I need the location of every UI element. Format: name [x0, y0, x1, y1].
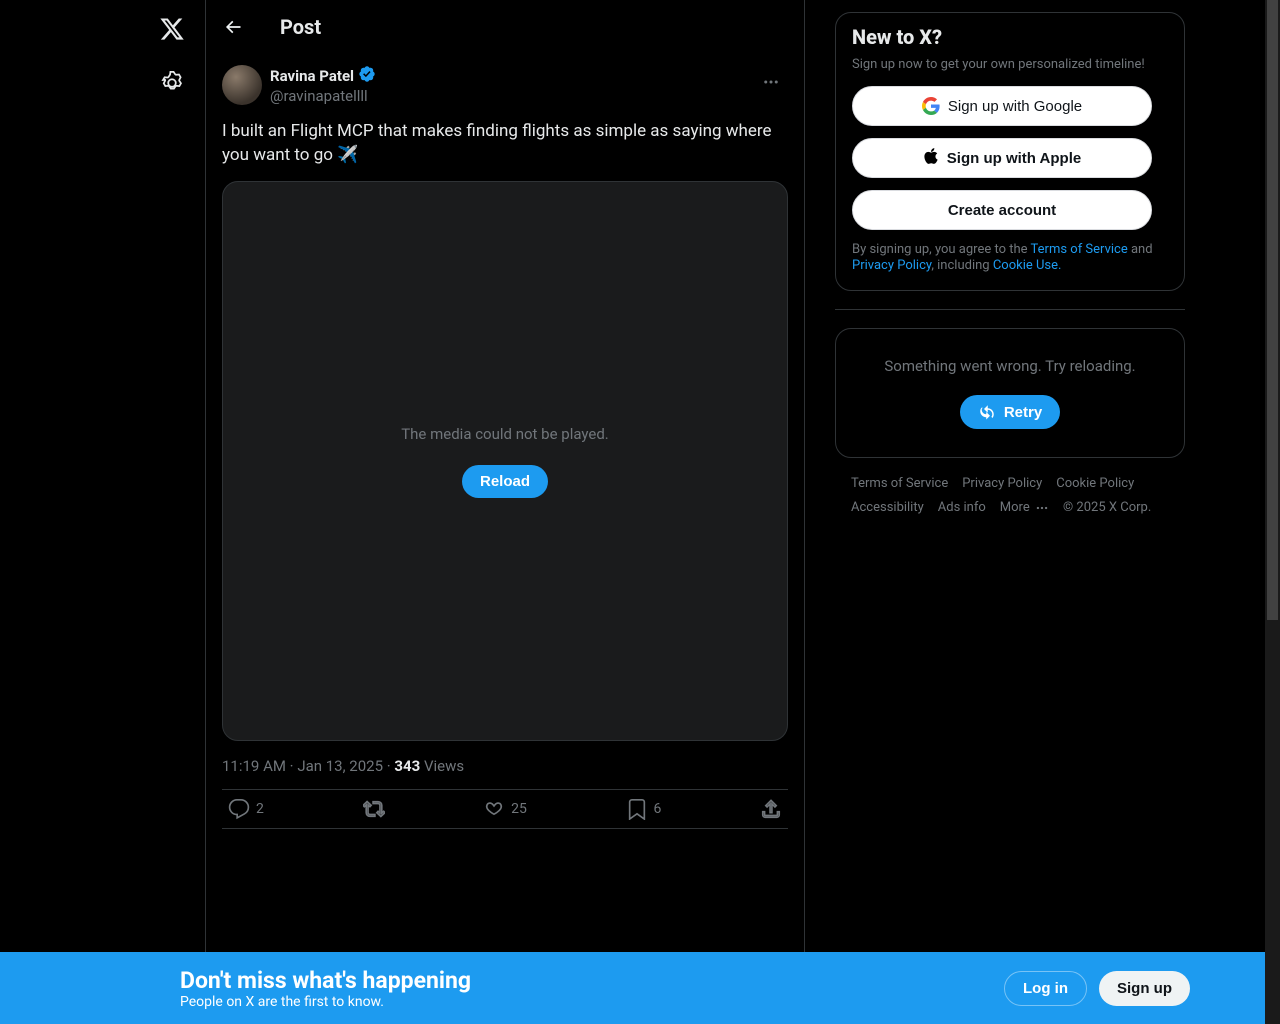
privacy-link[interactable]: Privacy Policy [852, 258, 931, 273]
post-text: I built an Flight MCP that makes finding… [222, 119, 788, 167]
settings-button[interactable] [147, 60, 197, 110]
reply-button[interactable]: 2 [228, 798, 264, 820]
action-bar: 2 25 6 [222, 790, 788, 829]
ellipsis-icon [1035, 501, 1049, 515]
apple-icon [923, 147, 939, 169]
footer-ads[interactable]: Ads info [938, 498, 986, 518]
footer-links: Terms of Service Privacy Policy Cookie P… [835, 474, 1185, 518]
post-views-label: Views [424, 757, 464, 775]
x-logo[interactable] [147, 6, 197, 56]
banner-subtitle: People on X are the first to know. [180, 994, 471, 1010]
repost-button[interactable] [363, 798, 385, 820]
reply-count: 2 [256, 801, 264, 817]
media-error-text: The media could not be played. [401, 425, 609, 443]
bookmark-count: 6 [654, 801, 662, 817]
x-logo-icon [159, 16, 185, 46]
media-reload-button[interactable]: Reload [462, 465, 548, 498]
banner-signup-button[interactable]: Sign up [1099, 971, 1190, 1006]
bookmark-icon [626, 798, 648, 820]
google-icon [922, 97, 940, 115]
signup-subtitle: Sign up now to get your own personalized… [852, 57, 1168, 72]
author-name[interactable]: Ravina Patel [270, 67, 354, 85]
like-count: 25 [511, 801, 527, 817]
main-column: Post Ravina Patel @ravinapatellll [205, 0, 805, 1024]
arrow-left-icon [223, 17, 243, 37]
refresh-icon [978, 403, 996, 421]
repost-icon [363, 798, 385, 820]
page-header: Post [206, 0, 804, 53]
footer-accessibility[interactable]: Accessibility [851, 498, 924, 518]
divider [835, 309, 1185, 310]
signup-tos-text: By signing up, you agree to the Terms of… [852, 242, 1168, 274]
verified-badge-icon [358, 65, 376, 87]
avatar[interactable] [222, 65, 262, 105]
post-meta: 11:19 AM · Jan 13, 2025 · 343 Views [222, 757, 788, 790]
post-more-button[interactable] [754, 65, 788, 99]
right-sidebar: New to X? Sign up now to get your own pe… [805, 0, 1185, 1024]
retry-button[interactable]: Retry [960, 395, 1060, 429]
heart-icon [483, 798, 505, 820]
author-handle[interactable]: @ravinapatellll [270, 87, 376, 105]
banner-title: Don't miss what's happening [180, 967, 471, 994]
post-views-count[interactable]: 343 [394, 757, 420, 775]
like-button[interactable]: 25 [483, 798, 527, 820]
back-button[interactable] [216, 10, 250, 44]
post: Ravina Patel @ravinapatellll I built an … [206, 53, 804, 833]
footer-more[interactable]: More [1000, 498, 1049, 518]
signup-card: New to X? Sign up now to get your own pe… [835, 12, 1185, 291]
footer-copyright: © 2025 X Corp. [1063, 498, 1151, 518]
tos-link[interactable]: Terms of Service [1031, 242, 1128, 257]
footer-tos[interactable]: Terms of Service [851, 474, 948, 494]
ellipsis-icon [762, 73, 780, 91]
page-title: Post [280, 15, 321, 39]
share-button[interactable] [760, 798, 782, 820]
left-nav [25, 0, 205, 1024]
post-timestamp[interactable]: 11:19 AM · Jan 13, 2025 [222, 757, 383, 775]
banner-login-button[interactable]: Log in [1004, 971, 1087, 1006]
media-placeholder: The media could not be played. Reload [222, 181, 788, 741]
scrollbar-thumb[interactable] [1267, 0, 1278, 620]
bookmark-button[interactable]: 6 [626, 798, 662, 820]
share-icon [760, 798, 782, 820]
gear-icon [159, 70, 185, 100]
signup-title: New to X? [852, 25, 1168, 49]
reply-icon [228, 798, 250, 820]
error-card: Something went wrong. Try reloading. Ret… [835, 328, 1185, 458]
footer-cookie[interactable]: Cookie Policy [1056, 474, 1134, 494]
footer-privacy[interactable]: Privacy Policy [962, 474, 1042, 494]
signup-google-button[interactable]: Sign up with Google [852, 86, 1152, 126]
signup-banner: Don't miss what's happening People on X … [0, 952, 1280, 1024]
cookie-link[interactable]: Cookie Use. [993, 258, 1062, 273]
create-account-button[interactable]: Create account [852, 190, 1152, 230]
error-message: Something went wrong. Try reloading. [884, 357, 1135, 375]
scrollbar[interactable] [1265, 0, 1280, 1024]
signup-apple-button[interactable]: Sign up with Apple [852, 138, 1152, 178]
